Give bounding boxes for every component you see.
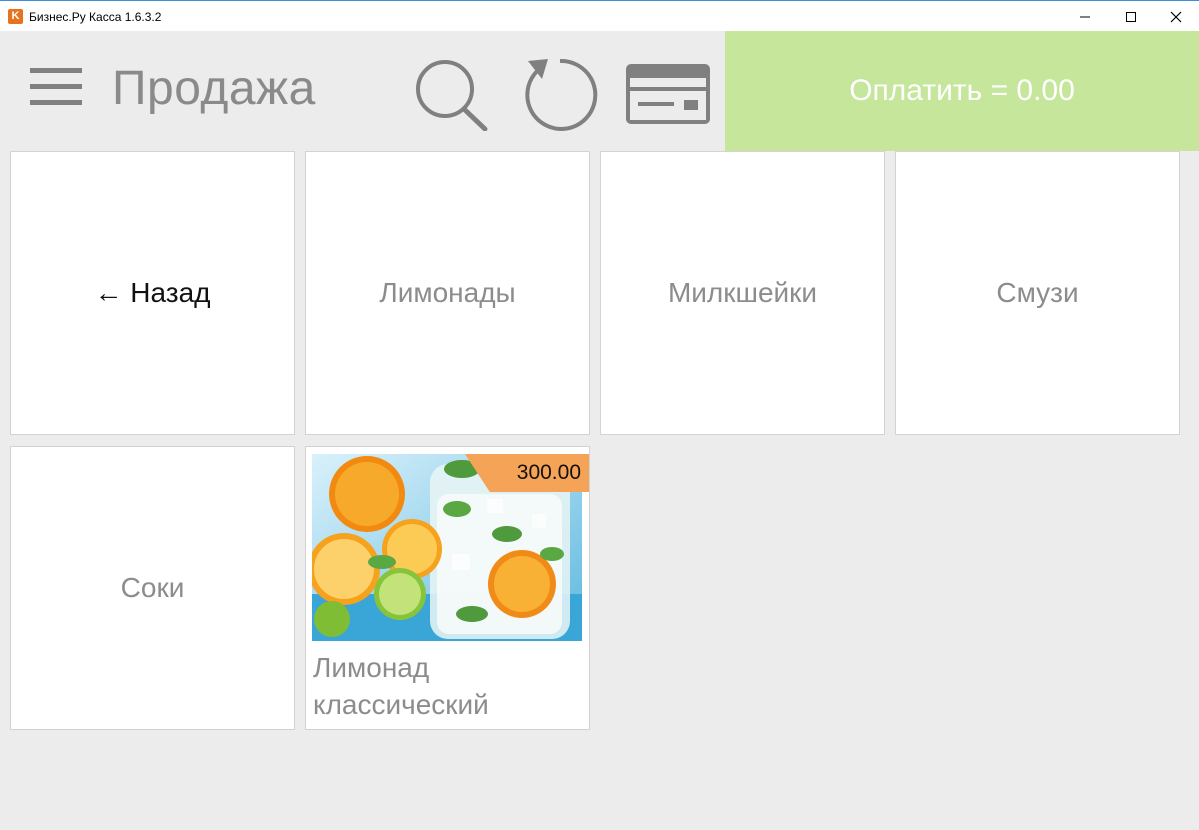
refresh-icon[interactable] <box>520 57 598 133</box>
product-name-line1: Лимонад <box>313 652 430 683</box>
category-tile-smoothies[interactable]: Смузи <box>895 151 1180 435</box>
window-titlebar: K Бизнес.Ру Касса 1.6.3.2 <box>0 0 1199 31</box>
pay-button[interactable]: Оплатить = 0.00 <box>725 31 1199 151</box>
product-name: Лимонад классический <box>313 649 583 723</box>
close-icon <box>1170 11 1182 22</box>
category-tile-label: Соки <box>120 572 185 603</box>
app-logo-icon: K <box>8 9 23 24</box>
minimize-icon <box>1080 16 1090 17</box>
minimize-button[interactable] <box>1062 2 1108 31</box>
product-tile-lemonade-classic[interactable]: 300.00 Лимонад классический <box>305 446 590 730</box>
window-title: Бизнес.Ру Касса 1.6.3.2 <box>29 10 162 24</box>
maximize-button[interactable] <box>1108 2 1154 31</box>
close-button[interactable] <box>1153 2 1199 31</box>
card-icon[interactable] <box>626 64 710 124</box>
category-tile-label: Милкшейки <box>667 277 818 308</box>
page-title: Продажа <box>112 62 316 115</box>
back-tile-label: ← Назад <box>94 277 211 308</box>
category-tile-juices[interactable]: Соки <box>10 446 295 730</box>
category-tile-label: Лимонады <box>379 277 516 308</box>
category-tile-lemonades[interactable]: Лимонады <box>305 151 590 435</box>
product-name-line2: классический <box>313 689 489 720</box>
menu-icon[interactable] <box>30 68 82 105</box>
back-tile[interactable]: ← Назад <box>10 151 295 435</box>
maximize-icon <box>1126 11 1136 22</box>
app-header: Продажа Оплатить = 0.00 <box>0 31 1199 151</box>
search-icon[interactable] <box>413 59 489 131</box>
category-tile-label: Смузи <box>996 277 1079 308</box>
category-tile-milkshakes[interactable]: Милкшейки <box>600 151 885 435</box>
